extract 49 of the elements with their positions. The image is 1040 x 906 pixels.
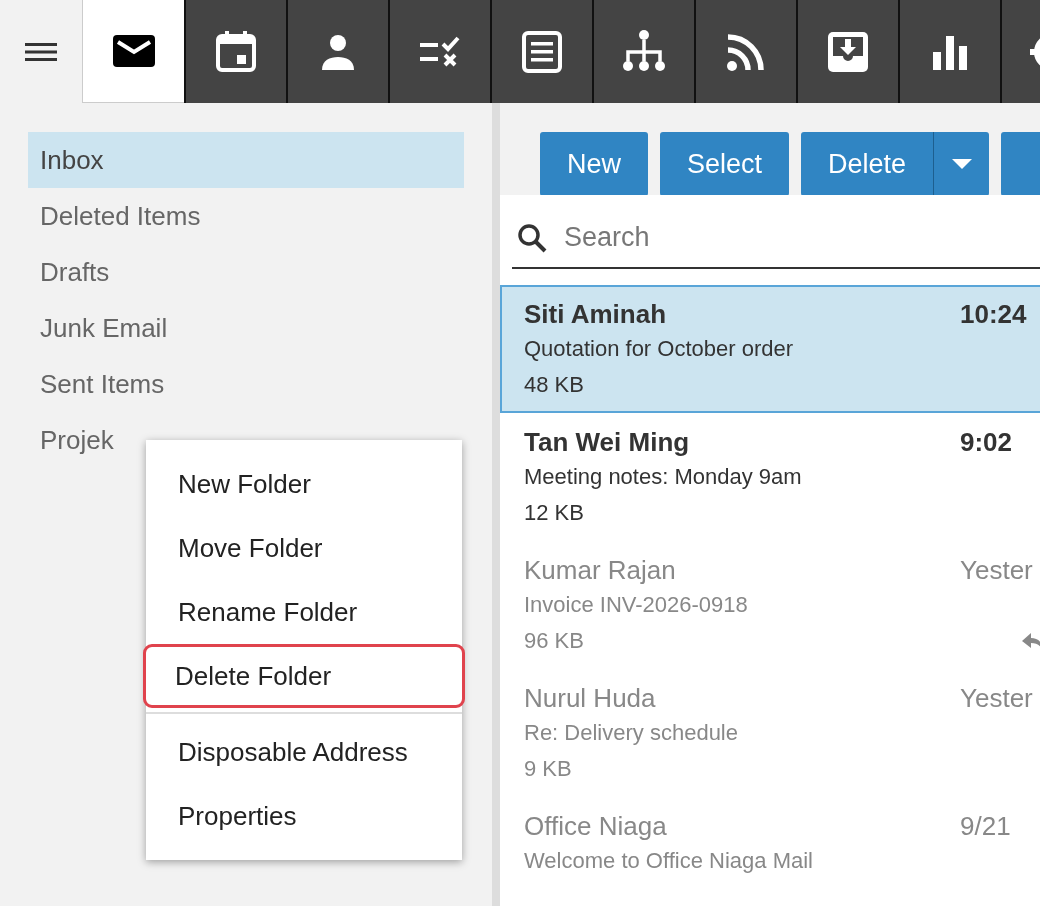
message-row[interactable]: Nurul Huda Yester Re: Delivery schedule 9 KB xyxy=(500,669,1040,797)
sender-name: Siti Aminah xyxy=(524,299,667,330)
message-subject: Invoice INV-2026-0918 xyxy=(524,592,749,618)
sender-name: Tan Wei Ming xyxy=(524,427,690,458)
message-size: 12 KB xyxy=(524,500,584,526)
message-time: 10:24 xyxy=(960,299,1028,330)
message-size: 9 KB xyxy=(524,756,572,782)
app-tab[interactable] xyxy=(592,0,694,103)
menu-item[interactable]: Move Folder xyxy=(146,516,462,580)
caret-icon xyxy=(951,159,972,169)
menu-item[interactable]: Properties xyxy=(146,784,462,848)
message-time: 9:02 xyxy=(960,427,1014,458)
app-tab[interactable] xyxy=(898,0,1000,103)
message-subject: Quotation for October order xyxy=(524,336,795,362)
message-size: 96 KB xyxy=(524,628,584,654)
message-size: 48 KB xyxy=(524,372,584,398)
menu-item[interactable]: Rename Folder xyxy=(146,580,462,644)
app-tab[interactable] xyxy=(286,0,388,103)
app-tab[interactable] xyxy=(184,0,286,103)
folder-item[interactable]: Inbox xyxy=(28,132,464,188)
menu-item[interactable]: New Folder xyxy=(146,452,462,516)
message-row[interactable]: Tan Wei Ming 9:02 Meeting notes: Monday 9am 12 KB xyxy=(500,413,1040,541)
message-row[interactable]: Kumar Rajan Yester Invoice INV-2026-0918 96 KB xyxy=(500,541,1040,669)
toolbar-button[interactable]: Select xyxy=(660,132,790,195)
message-subject: Welcome to Office Niaga Mail xyxy=(524,848,814,874)
app-tab[interactable] xyxy=(694,0,796,103)
message-row[interactable]: Office Niaga 9/21 Welcome to Office Niaga Mail xyxy=(500,797,1040,906)
app-tab[interactable] xyxy=(388,0,490,103)
search-icon xyxy=(516,222,548,254)
folder-item[interactable]: Deleted Items xyxy=(28,188,464,244)
sender-name: Nurul Huda xyxy=(524,683,656,714)
message-subject: Meeting notes: Monday 9am xyxy=(524,464,803,490)
toolbar-button[interactable]: Delete xyxy=(801,132,990,195)
folder-item[interactable]: Junk Email xyxy=(28,300,464,356)
app-tab[interactable] xyxy=(796,0,898,103)
message-row[interactable]: Siti Aminah 10:24 Quotation for October order 48 KB xyxy=(500,285,1040,413)
menu-item[interactable]: Delete Folder xyxy=(143,644,465,708)
sender-name: Office Niaga xyxy=(524,811,667,842)
menu-item[interactable]: Disposable Address xyxy=(146,720,462,784)
message-time: Yester xyxy=(960,555,1034,586)
app-tab[interactable] xyxy=(490,0,592,103)
folder-item[interactable]: Sent Items xyxy=(28,356,464,412)
sender-name: Kumar Rajan xyxy=(524,555,676,586)
message-time: Yester xyxy=(960,683,1034,714)
message-time: 9/21 xyxy=(960,811,1012,842)
folder-item[interactable]: Drafts xyxy=(28,244,464,300)
toolbar-button[interactable]: New xyxy=(540,132,648,195)
search-bar[interactable]: Search xyxy=(500,195,1040,269)
message-subject: Re: Delivery schedule xyxy=(524,720,739,746)
